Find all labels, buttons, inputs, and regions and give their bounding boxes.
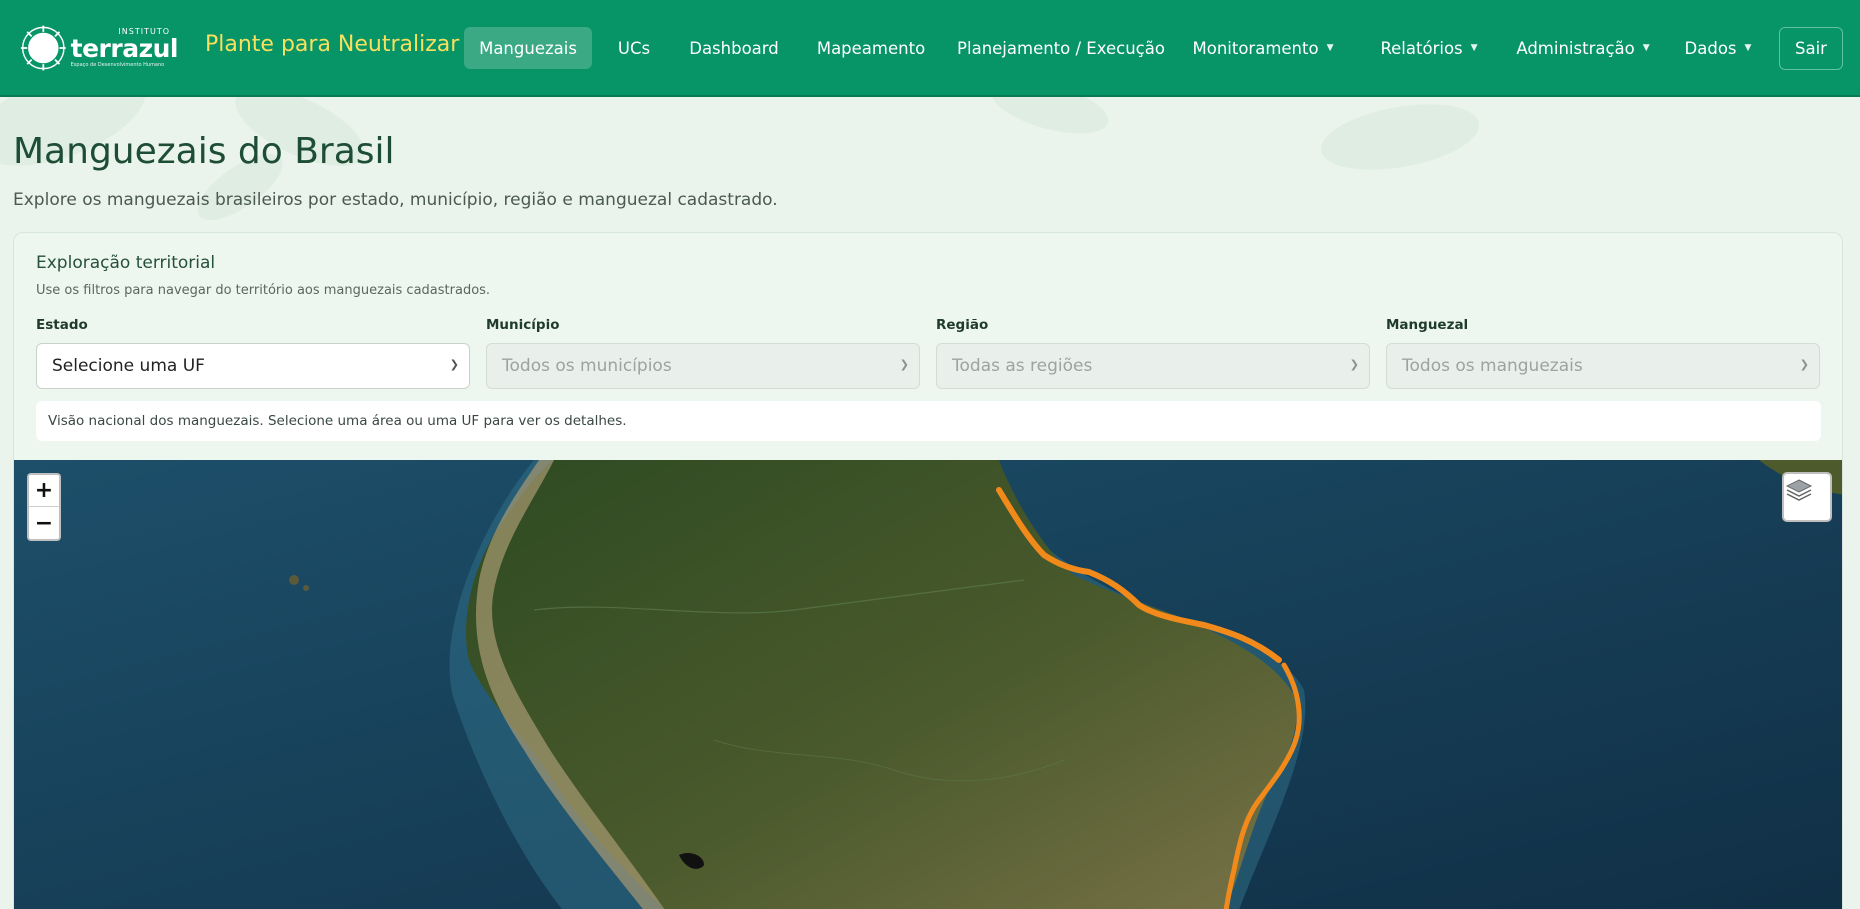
caret-down-icon: ▼ <box>1470 43 1478 53</box>
logo-wordmark: INSTITUTO terrazul Espaço de Desenvolvim… <box>70 28 179 68</box>
nav-label: Planejamento / Execução <box>957 38 1165 58</box>
mangrove-map[interactable]: + − <box>14 460 1843 909</box>
manguezal-label: Manguezal <box>1386 317 1469 333</box>
municipio-select[interactable]: Todos os municípios ❯ <box>486 343 920 389</box>
nav-dashboard[interactable]: Dashboard <box>680 27 788 69</box>
manguezal-select[interactable]: Todos os manguezais ❯ <box>1386 343 1820 389</box>
nav-label: UCs <box>617 38 651 58</box>
info-message: Visão nacional dos manguezais. Selecione… <box>36 401 1821 441</box>
zoom-in-button[interactable]: + <box>29 475 59 507</box>
nav-planejamento-execucao[interactable]: Planejamento / Execução <box>954 27 1168 69</box>
layers-icon <box>1785 479 1813 501</box>
estado-label: Estado <box>36 317 88 333</box>
card-title: Exploração territorial <box>36 253 216 273</box>
top-navbar: INSTITUTO terrazul Espaço de Desenvolvim… <box>0 0 1860 97</box>
nav-manguezais[interactable]: Manguezais <box>464 27 592 69</box>
logout-button[interactable]: Sair <box>1779 27 1843 70</box>
nav-label: Dashboard <box>689 38 779 58</box>
card-hint: Use os filtros para navegar do territóri… <box>36 283 491 298</box>
manguezal-select-value: Todos os manguezais <box>1402 356 1583 376</box>
municipio-label: Município <box>486 317 560 333</box>
nav-label: Relatórios <box>1380 38 1463 58</box>
satellite-map-layer[interactable] <box>14 460 1843 909</box>
nav-label: Mapeamento <box>816 38 926 58</box>
nav-ucs[interactable]: UCs <box>604 27 664 69</box>
nav-mapeamento[interactable]: Mapeamento <box>806 27 936 69</box>
nav-monitoramento[interactable]: Monitoramento ▼ <box>1188 27 1338 69</box>
nav-relatorios[interactable]: Relatórios ▼ <box>1370 27 1488 69</box>
chevron-down-icon: ❯ <box>1349 358 1359 371</box>
estado-select[interactable]: Selecione uma UF ❯ <box>36 343 470 389</box>
zoom-control: + − <box>27 473 61 541</box>
logo-name: terrazul <box>70 34 179 63</box>
regiao-label: Região <box>936 317 989 333</box>
caret-down-icon: ▼ <box>1642 43 1650 53</box>
regiao-select[interactable]: Todas as regiões ❯ <box>936 343 1370 389</box>
regiao-select-value: Todas as regiões <box>952 356 1093 376</box>
zoom-out-button[interactable]: − <box>29 507 59 539</box>
nav-dados[interactable]: Dados ▼ <box>1676 27 1760 69</box>
chevron-down-icon: ❯ <box>1799 358 1809 371</box>
nav-label: Manguezais <box>479 38 577 58</box>
chevron-down-icon: ❯ <box>449 358 459 371</box>
page-title: Manguezais do Brasil <box>13 131 395 172</box>
page-subtitle: Explore os manguezais brasileiros por es… <box>13 190 778 210</box>
terrazul-logo[interactable]: INSTITUTO terrazul Espaço de Desenvolvim… <box>20 18 179 78</box>
logo-tagline: Espaço de Desenvolvimento Humano <box>70 62 165 68</box>
caret-down-icon: ▼ <box>1744 43 1752 53</box>
layers-button[interactable] <box>1782 472 1832 522</box>
brand-title[interactable]: Plante para Neutralizar <box>205 32 459 57</box>
territorial-exploration-card: Exploração territorial Use os filtros pa… <box>13 232 1843 909</box>
nav-label: Dados <box>1684 38 1737 58</box>
sun-logo-icon <box>20 25 66 71</box>
nav-administracao[interactable]: Administração ▼ <box>1508 27 1658 69</box>
nav-label: Monitoramento <box>1192 38 1319 58</box>
nav-label: Administração <box>1516 38 1635 58</box>
municipio-select-value: Todos os municípios <box>502 356 672 376</box>
caret-down-icon: ▼ <box>1326 43 1334 53</box>
chevron-down-icon: ❯ <box>899 358 909 371</box>
estado-select-value: Selecione uma UF <box>52 356 205 376</box>
